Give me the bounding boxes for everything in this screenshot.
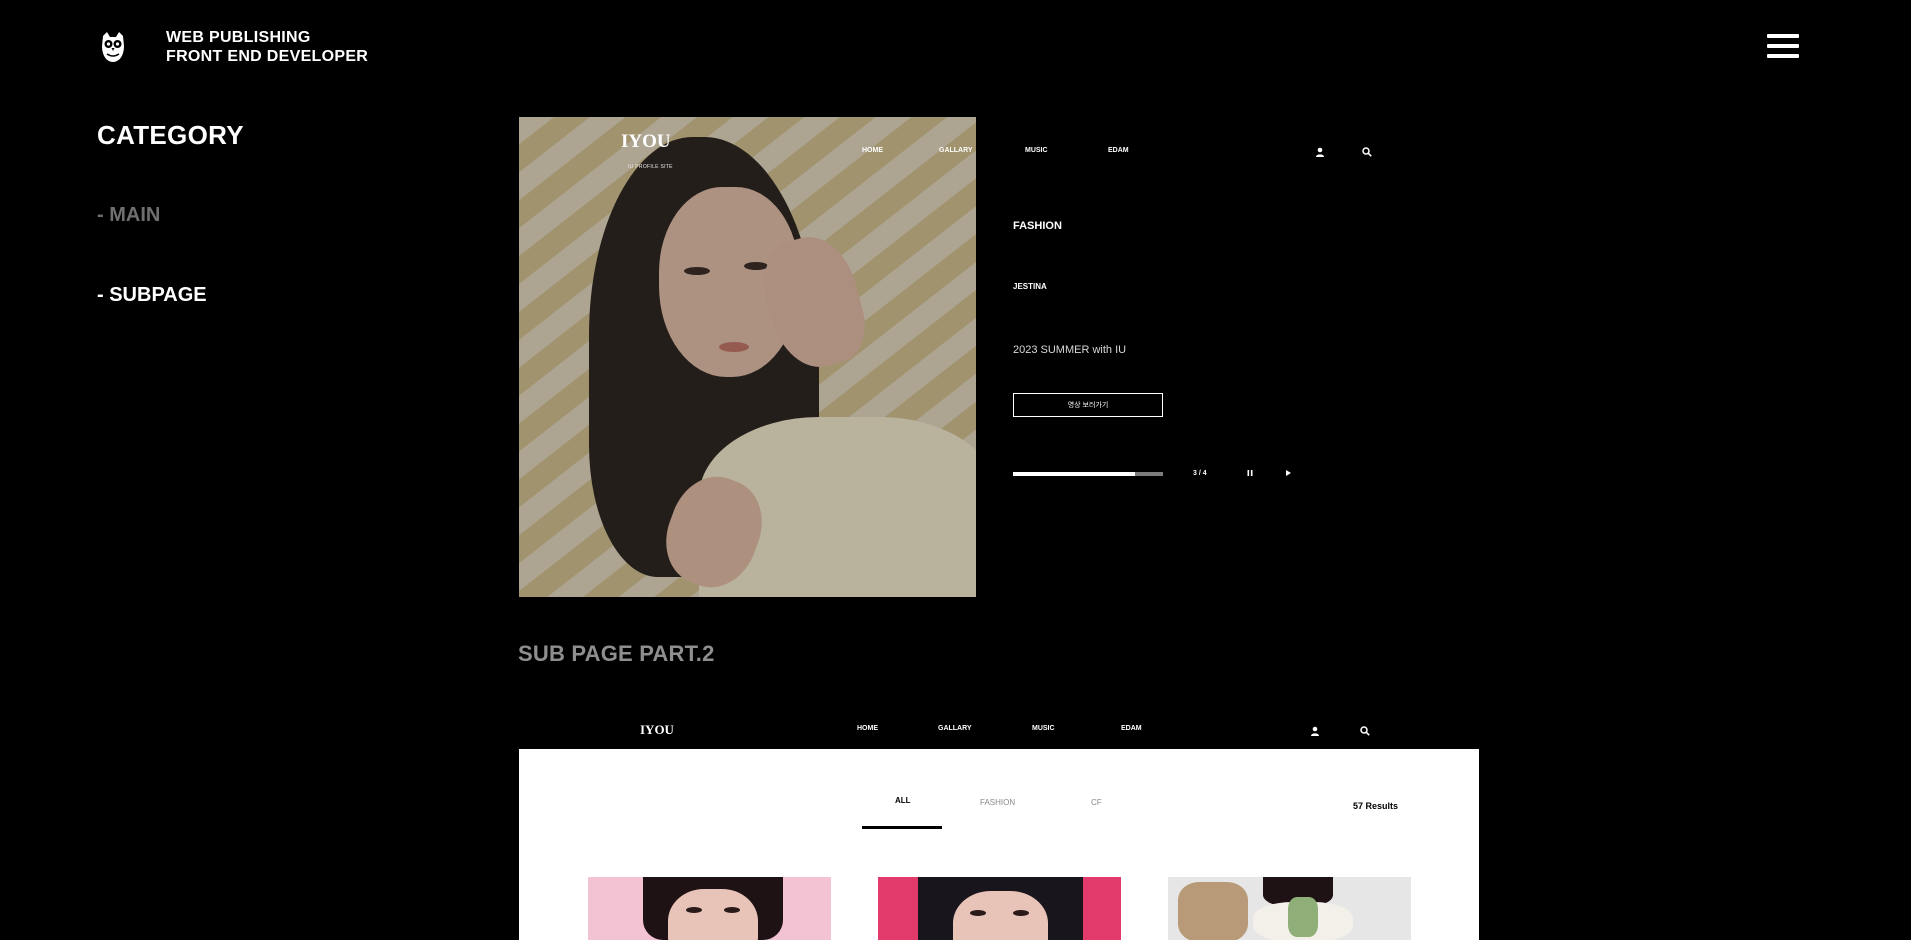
- tab-fashion[interactable]: FASHION: [980, 798, 1015, 807]
- gallery-card[interactable]: [588, 877, 831, 940]
- preview-logo-subtitle: IU PROFILE SITE: [628, 164, 673, 170]
- nav2-gallary[interactable]: GALLARY: [938, 725, 972, 732]
- slide-caption: 2023 SUMMER with IU: [1013, 344, 1127, 356]
- section2-logo[interactable]: IYOU: [640, 722, 674, 738]
- results-count: 57 Results: [1353, 801, 1399, 811]
- owl-logo-icon[interactable]: [97, 30, 129, 64]
- tab-all-underline: [862, 826, 942, 829]
- nav2-edam[interactable]: EDAM: [1121, 725, 1142, 732]
- section-title: SUB PAGE PART.2: [518, 641, 715, 666]
- search-icon[interactable]: [1362, 144, 1372, 162]
- user-icon[interactable]: [1310, 723, 1320, 741]
- brand-line-2: FRONT END DEVELOPER: [166, 48, 369, 65]
- slide-progress-bar: [1013, 472, 1163, 476]
- nav2-music[interactable]: MUSIC: [1032, 725, 1055, 732]
- gallery-card[interactable]: [1168, 877, 1411, 940]
- nav-music[interactable]: MUSIC: [1025, 147, 1048, 154]
- category-item-main[interactable]: - MAIN: [97, 204, 160, 227]
- nav-home[interactable]: HOME: [862, 147, 883, 154]
- search-icon[interactable]: [1360, 723, 1370, 741]
- slide-counter: 3 / 4: [1193, 470, 1207, 477]
- gallery-card[interactable]: [878, 877, 1121, 940]
- tab-cf[interactable]: CF: [1091, 798, 1102, 807]
- nav-gallary[interactable]: GALLARY: [939, 147, 973, 154]
- watch-video-button[interactable]: 영상 보러가기: [1013, 393, 1163, 417]
- pause-icon[interactable]: [1246, 469, 1254, 479]
- preview-logo[interactable]: IYOU: [621, 131, 671, 153]
- nav2-home[interactable]: HOME: [857, 725, 878, 732]
- category-title: CATEGORY: [97, 120, 244, 150]
- hero-photo: IYOU IU PROFILE SITE: [519, 117, 976, 597]
- category-item-subpage[interactable]: - SUBPAGE: [97, 284, 207, 307]
- tab-all[interactable]: ALL: [895, 796, 911, 805]
- slide-progress-fill: [1013, 472, 1135, 476]
- hamburger-menu-icon[interactable]: [1767, 34, 1799, 60]
- nav-edam[interactable]: EDAM: [1108, 147, 1129, 154]
- slide-brand: JESTINA: [1013, 282, 1047, 291]
- slide-category: FASHION: [1013, 220, 1062, 232]
- brand-title: WEB PUBLISHING FRONT END DEVELOPER: [166, 28, 368, 66]
- play-next-icon[interactable]: [1284, 469, 1292, 479]
- user-icon[interactable]: [1315, 144, 1325, 162]
- brand-line-1: WEB PUBLISHING: [166, 29, 311, 46]
